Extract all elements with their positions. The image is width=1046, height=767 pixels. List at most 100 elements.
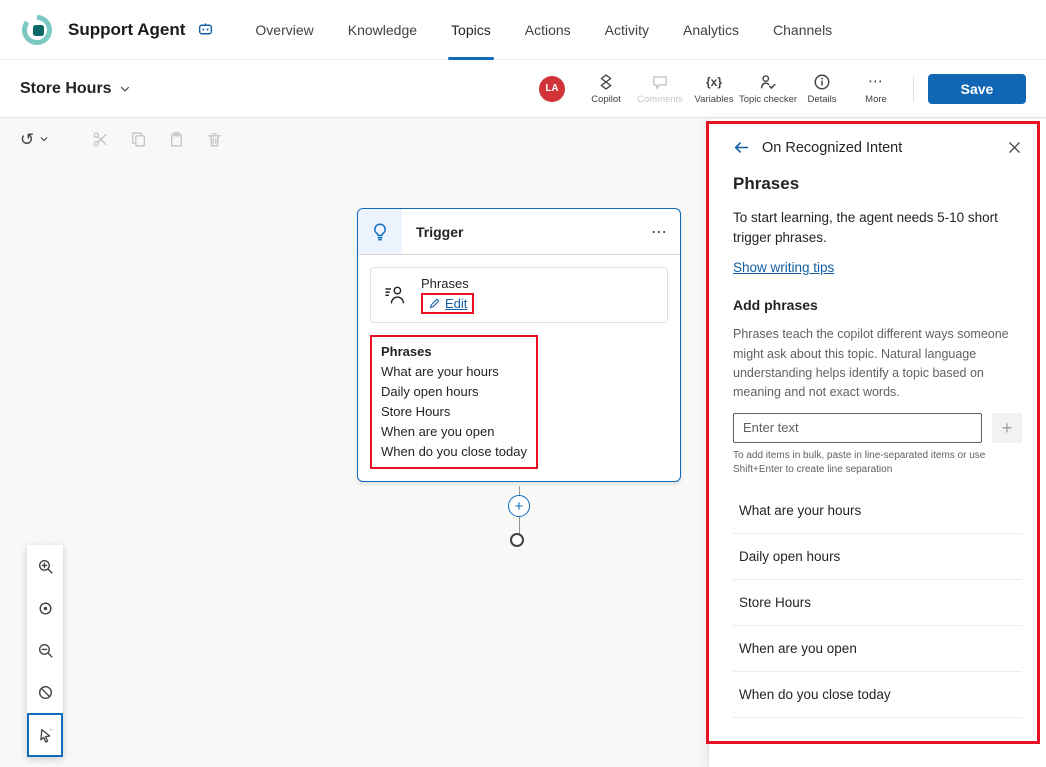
phrases-panel: On Recognized Intent Phrases To start le… (708, 119, 1046, 767)
panel-section-title: Phrases (733, 174, 800, 193)
more-button-label: More (865, 93, 887, 105)
info-icon (813, 73, 831, 91)
center-canvas-icon (38, 601, 52, 615)
chevron-down-icon (119, 83, 131, 95)
agent-title: Support Agent (68, 19, 186, 39)
edit-phrases-link[interactable]: Edit (428, 296, 467, 311)
canvas-tool-rail (27, 545, 63, 757)
comments-button-label: Comments (637, 93, 683, 105)
prohibition-icon (38, 685, 52, 699)
tab-topics[interactable]: Topics (434, 0, 508, 60)
undo-button[interactable]: ↺ (20, 131, 49, 148)
copilot-studio-app: Support Agent Overview Knowledge Topics … (0, 0, 1046, 767)
trigger-node-title: Trigger (416, 223, 464, 240)
center-canvas-button[interactable] (27, 587, 63, 629)
zoom-in-icon (38, 559, 53, 574)
top-nav-tabs: Overview Knowledge Topics Actions Activi… (238, 0, 849, 60)
phrase-summary-line: What are your hours (381, 364, 499, 379)
zoom-out-icon (38, 643, 53, 658)
topic-name-dropdown[interactable]: Store Hours (20, 80, 131, 98)
tab-knowledge[interactable]: Knowledge (331, 0, 434, 60)
topic-bar-actions: LA Copilot Comments {x} Variables Topic … (539, 68, 1026, 110)
connector-endpoint (510, 533, 524, 547)
topic-checker-button-label: Topic checker (738, 93, 798, 105)
show-writing-tips-link[interactable]: Show writing tips (733, 260, 834, 275)
node-more-menu-icon[interactable]: ⋯ (651, 222, 668, 242)
annotation-box-phrases-summary: Phrases What are your hours Daily open h… (370, 335, 538, 469)
phrase-input-row: + (733, 412, 1022, 443)
topic-header-bar: Store Hours LA Copilot Comments {x} Vari… (0, 60, 1046, 118)
cut-icon[interactable] (91, 130, 109, 148)
tab-analytics[interactable]: Analytics (666, 0, 756, 60)
trigger-node-header: Trigger ⋯ (358, 209, 680, 255)
variables-button[interactable]: {x} Variables (687, 68, 741, 110)
zoom-in-button[interactable] (27, 545, 63, 587)
comments-icon (651, 73, 669, 91)
variables-button-label: Variables (694, 93, 734, 105)
panel-header-title: On Recognized Intent (762, 139, 903, 156)
more-horizontal-icon: ⋯ (868, 72, 884, 90)
close-panel-button[interactable] (1007, 140, 1022, 155)
trigger-node-body: Phrases Edit Phrases What are your hours… (358, 255, 680, 481)
person-chat-icon (383, 283, 407, 307)
clipboard-tools (91, 130, 223, 148)
trigger-icon (358, 209, 402, 254)
canvas-edit-toolbar: ↺ (20, 126, 223, 152)
topic-name-label: Store Hours (20, 79, 112, 97)
panel-header: On Recognized Intent (733, 139, 1022, 156)
phrase-summary-line: Daily open hours (381, 384, 479, 399)
phrases-description: Phrases teach the copilot different ways… (733, 327, 1009, 400)
zoom-out-button[interactable] (27, 629, 63, 671)
phrases-summary-heading: Phrases (381, 344, 432, 359)
phrase-list-item[interactable]: What are your hours (733, 488, 1022, 534)
select-tool-button[interactable] (27, 713, 63, 757)
phrases-card[interactable]: Phrases Edit (370, 267, 668, 323)
bulk-add-hint: To add items in bulk, paste in line-sepa… (733, 449, 986, 476)
phrase-list: What are your hours Daily open hours Sto… (733, 488, 1022, 718)
delete-icon[interactable] (205, 130, 223, 148)
comments-button[interactable]: Comments (633, 68, 687, 110)
back-arrow-icon (734, 142, 749, 153)
variables-icon: {x} (705, 74, 722, 89)
trigger-node[interactable]: Trigger ⋯ Phrases Edit Phrases What are … (357, 208, 681, 482)
snap-toggle-button[interactable] (27, 671, 63, 713)
agent-copilot-badge-icon (197, 21, 214, 38)
phrase-list-item[interactable]: Store Hours (733, 580, 1022, 626)
copilot-icon (597, 73, 615, 91)
add-phrase-button[interactable]: + (992, 412, 1022, 443)
copilot-studio-logo-icon[interactable] (20, 13, 54, 47)
chevron-down-icon (39, 134, 49, 144)
details-button-label: Details (807, 93, 837, 105)
panel-intro-text: To start learning, the agent needs 5-10 … (733, 210, 998, 245)
copilot-button[interactable]: Copilot (579, 68, 633, 110)
tab-overview[interactable]: Overview (238, 0, 330, 60)
topic-checker-button[interactable]: Topic checker (738, 68, 798, 110)
phrase-list-item[interactable]: When do you close today (733, 672, 1022, 718)
add-phrases-heading: Add phrases (733, 297, 818, 314)
save-button[interactable]: Save (928, 73, 1026, 104)
phrase-summary-line: When do you close today (381, 444, 527, 459)
phrase-summary-line: When are you open (381, 424, 495, 439)
phrases-card-label: Phrases (421, 276, 469, 291)
back-button[interactable] (733, 139, 750, 156)
copy-icon[interactable] (129, 130, 147, 148)
close-icon (1009, 142, 1020, 153)
tab-actions[interactable]: Actions (508, 0, 588, 60)
phrase-list-item[interactable]: When are you open (733, 626, 1022, 672)
more-button[interactable]: ⋯ More (849, 68, 903, 110)
phrase-list-item[interactable]: Daily open hours (733, 534, 1022, 580)
phrase-text-input[interactable] (733, 412, 982, 443)
undo-icon: ↺ (20, 129, 35, 149)
copilot-button-label: Copilot (591, 93, 621, 105)
phrase-summary-line: Store Hours (381, 404, 451, 419)
tab-activity[interactable]: Activity (588, 0, 666, 60)
select-cursor-icon (39, 727, 52, 743)
topic-checker-icon (759, 73, 777, 91)
user-avatar[interactable]: LA (539, 75, 565, 102)
paste-icon[interactable] (167, 130, 185, 148)
tab-channels[interactable]: Channels (756, 0, 849, 60)
annotation-box-edit: Edit (421, 293, 475, 314)
add-node-button[interactable]: + (508, 495, 530, 517)
details-button[interactable]: Details (795, 68, 849, 110)
divider (913, 75, 914, 102)
